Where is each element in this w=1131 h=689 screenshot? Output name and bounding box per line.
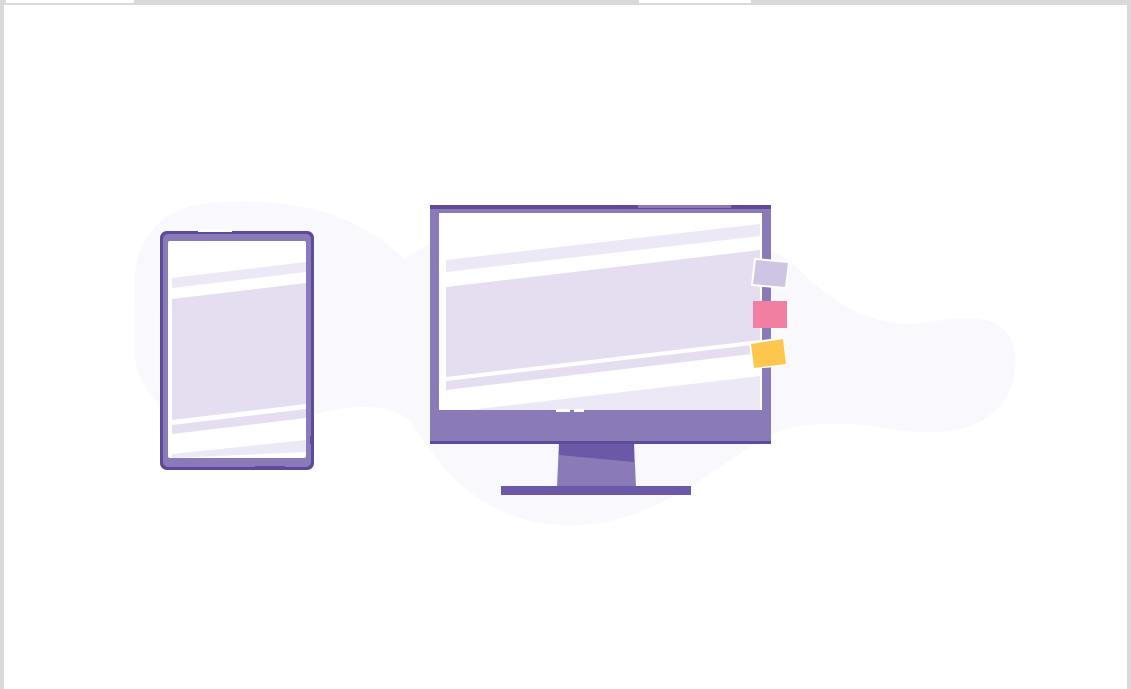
monitor-top-gap	[638, 205, 731, 208]
tablet-side-mark	[310, 436, 314, 444]
sticky-note-icon	[749, 258, 790, 369]
tablet-screen-band-main	[172, 283, 306, 420]
sticky-note-yellow-fill	[751, 339, 786, 368]
sticky-note-pink	[753, 301, 787, 328]
monitor-screen-tick-2	[574, 409, 584, 412]
page-frame	[0, 0, 1131, 689]
tablet-bottom-line	[255, 466, 285, 469]
tablet-icon	[160, 229, 314, 470]
monitor-screen-tick-1	[556, 409, 570, 412]
monitor-chin-line	[430, 441, 771, 444]
monitor-stand-base	[501, 486, 691, 495]
tablet-top-notch	[198, 229, 232, 232]
devices-illustration	[134, 201, 1016, 526]
sticky-note-lavender-fill	[753, 260, 788, 287]
